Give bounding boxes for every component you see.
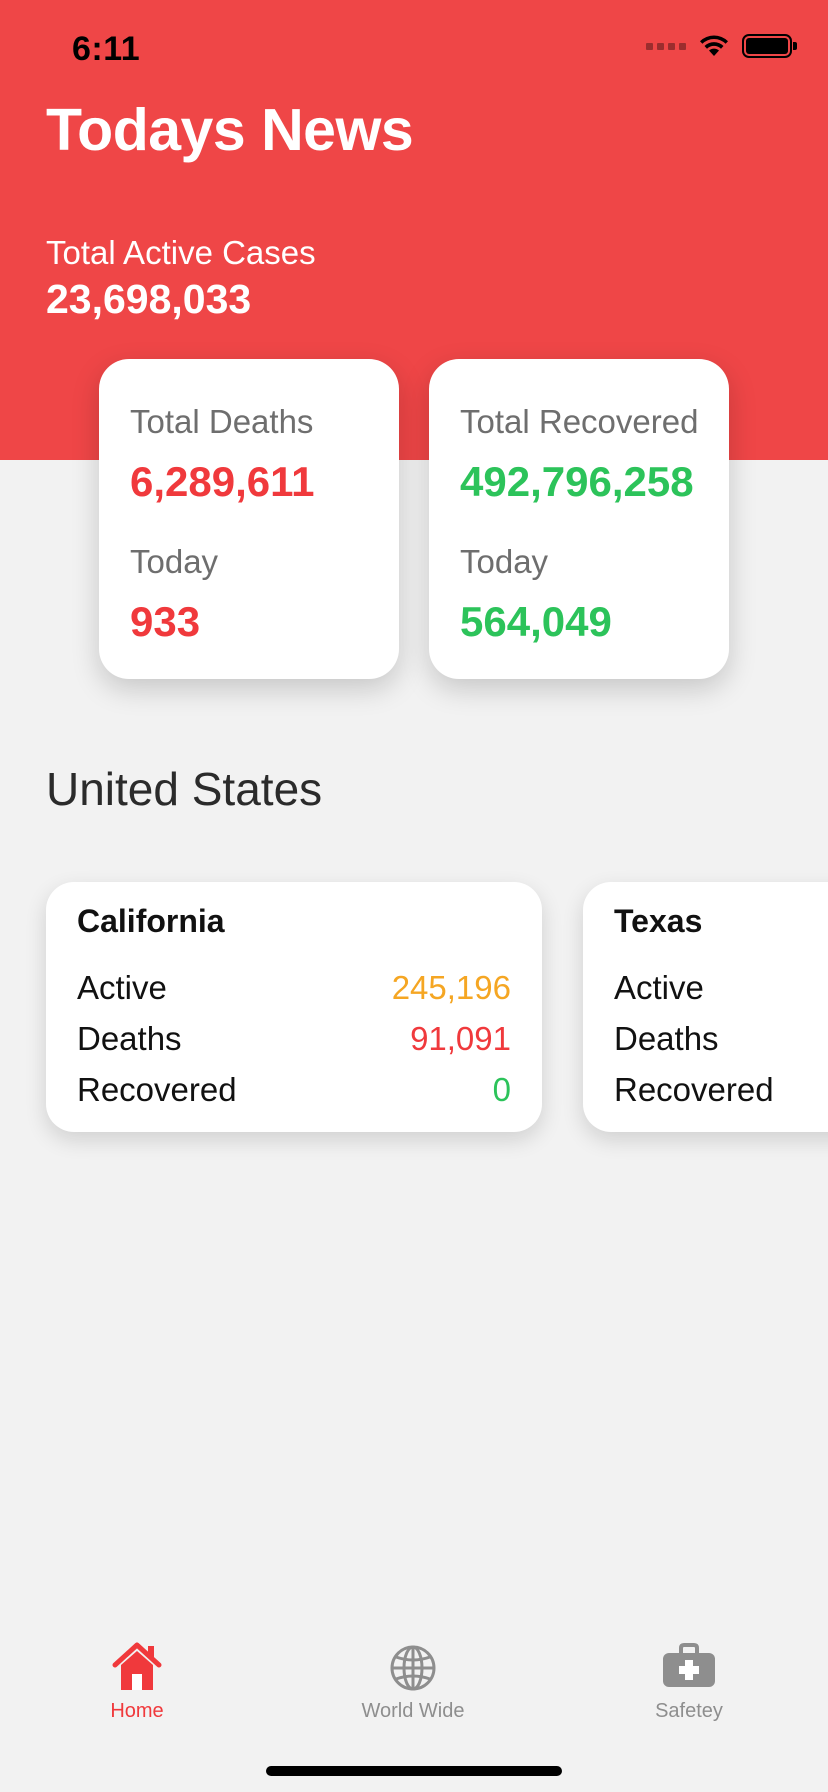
state-active-value: 245,196 [391,969,511,1006]
tab-world-wide-label: World Wide [361,1700,465,1722]
state-active-row: Active [614,962,828,1013]
total-deaths-label: Total Deaths [130,403,314,440]
state-card-california[interactable]: California Active 245,196 Deaths 91,091 … [46,882,542,1132]
state-recovered-label: Recovered [614,1071,774,1108]
screen: 6:11 Todays News Total Active Cases 23,6… [0,0,828,1792]
total-recovered-value: 492,796,258 [460,458,694,505]
page-title: Todays News [46,97,414,163]
state-card-texas[interactable]: Texas Active Deaths Recovered [583,882,828,1132]
globe-icon [390,1645,436,1691]
home-indicator[interactable] [266,1766,562,1776]
recovered-today-value: 564,049 [460,598,612,645]
state-deaths-label: Deaths [614,1020,719,1057]
recovered-today-label: Today [460,543,549,580]
state-recovered-row: Recovered [614,1064,828,1115]
battery-icon [742,34,797,58]
tab-home-label: Home [110,1700,164,1722]
cellular-signal-icon [646,42,686,50]
section-title: United States [46,763,323,815]
state-recovered-label: Recovered [77,1071,237,1108]
tab-safety[interactable]: Safetey [599,1638,779,1723]
deaths-today-value: 933 [130,598,201,645]
state-active-label: Active [614,969,704,1006]
state-recovered-value: 0 [492,1071,511,1108]
total-recovered-card: Total Recovered 492,796,258 Today 564,04… [429,359,729,679]
state-deaths-row: Deaths [614,1013,828,1064]
tab-world-wide[interactable]: World Wide [323,1638,503,1723]
first-aid-kit-icon [663,1643,715,1687]
status-icons [646,34,797,58]
tab-bar: Home World Wide Safetey [0,1620,828,1723]
state-active-row: Active 245,196 [77,962,511,1013]
total-active-cases-value: 23,698,033 [46,276,252,322]
total-active-cases-label: Total Active Cases [46,234,316,271]
state-deaths-row: Deaths 91,091 [77,1013,511,1064]
state-active-label: Active [77,969,167,1006]
total-deaths-value: 6,289,611 [130,458,315,505]
total-recovered-label: Total Recovered [460,403,699,440]
state-deaths-value: 91,091 [410,1020,511,1057]
state-recovered-row: Recovered 0 [77,1064,511,1115]
tab-safety-label: Safetey [655,1700,723,1722]
deaths-today-label: Today [130,543,219,580]
status-time: 6:11 [72,30,141,68]
wifi-icon [700,35,728,56]
total-deaths-card: Total Deaths 6,289,611 Today 933 [99,359,399,679]
state-deaths-label: Deaths [77,1020,182,1057]
state-name: California [77,903,225,939]
state-name: Texas [614,903,703,939]
tab-home[interactable]: Home [47,1638,227,1723]
house-icon [112,1642,162,1690]
states-carousel[interactable]: California Active 245,196 Deaths 91,091 … [0,860,828,1162]
